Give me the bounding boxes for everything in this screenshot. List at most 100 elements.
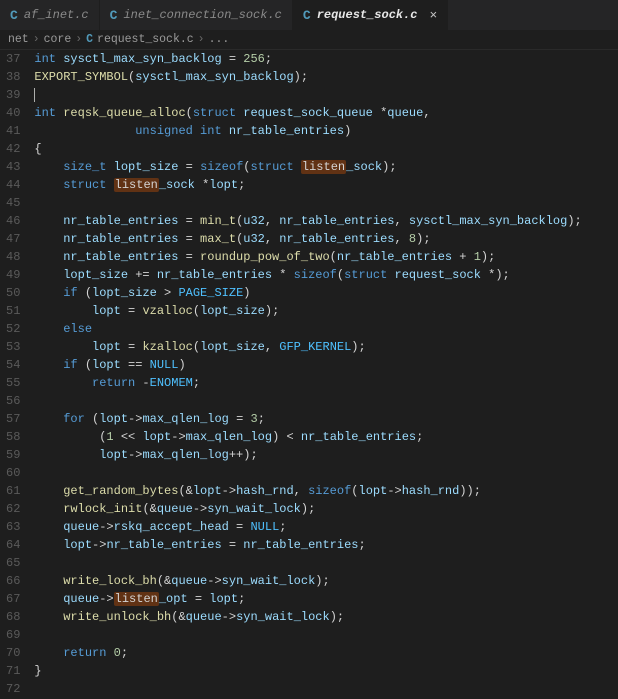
code-line[interactable] <box>34 626 618 644</box>
token-fn: vzalloc <box>142 304 192 318</box>
token-plain <box>34 268 63 282</box>
token-plain: , <box>265 232 279 246</box>
code-line[interactable]: EXPORT_SYMBOL(sysctl_max_syn_backlog); <box>34 68 618 86</box>
token-kw: if <box>63 286 77 300</box>
code-line[interactable]: struct listen_sock *lopt; <box>34 176 618 194</box>
token-plain: = <box>229 520 251 534</box>
token-plain: -> <box>128 448 142 462</box>
token-var: queue <box>63 592 99 606</box>
code-line[interactable]: get_random_bytes(&lopt->hash_rnd, sizeof… <box>34 482 618 500</box>
code-line[interactable]: nr_table_entries = min_t(u32, nr_table_e… <box>34 212 618 230</box>
code-line[interactable]: write_lock_bh(&queue->syn_wait_lock); <box>34 572 618 590</box>
code-line[interactable]: lopt->nr_table_entries = nr_table_entrie… <box>34 536 618 554</box>
token-fn: roundup_pow_of_two <box>200 250 330 264</box>
code-line[interactable]: lopt = vzalloc(lopt_size); <box>34 302 618 320</box>
line-number: 38 <box>6 68 20 86</box>
code-line[interactable] <box>34 464 618 482</box>
token-plain: ; <box>359 340 366 354</box>
token-var: max_qlen_log <box>142 412 228 426</box>
token-plain: ; <box>193 376 200 390</box>
token-var: lopt <box>63 538 92 552</box>
token-fn: min_t <box>200 214 236 228</box>
token-plain: < <box>279 430 301 444</box>
token-var: lopt <box>99 448 128 462</box>
code-line[interactable]: lopt->max_qlen_log++); <box>34 446 618 464</box>
line-number: 66 <box>6 572 20 590</box>
token-plain: -> <box>99 520 113 534</box>
token-const: GFP_KERNEL <box>279 340 351 354</box>
token-plain: ; <box>474 484 481 498</box>
line-number: 58 <box>6 428 20 446</box>
code-line[interactable]: else <box>34 320 618 338</box>
code-line[interactable]: lopt_size += nr_table_entries * sizeof(s… <box>34 266 618 284</box>
line-gutter: 3738394041424344454647484950515253545556… <box>0 50 34 698</box>
token-var: lopt_size <box>200 340 265 354</box>
code-line[interactable] <box>34 680 618 698</box>
token-var: sysctl_max_syn_backlog <box>135 70 293 84</box>
code-line[interactable]: return -ENOMEM; <box>34 374 618 392</box>
tab-af_inet-c[interactable]: Caf_inet.c <box>0 0 100 30</box>
token-fn: reqsk_queue_alloc <box>63 106 185 120</box>
code-line[interactable]: size_t lopt_size = sizeof(struct listen_… <box>34 158 618 176</box>
token-var: lopt <box>99 412 128 426</box>
code-line[interactable]: if (lopt == NULL) <box>34 356 618 374</box>
token-plain: ++ <box>229 448 243 462</box>
code-line[interactable]: queue->rskq_accept_head = NULL; <box>34 518 618 536</box>
token-kw: else <box>63 322 92 336</box>
token-plain: , <box>395 214 409 228</box>
close-icon[interactable]: × <box>430 8 438 23</box>
code-line[interactable] <box>34 86 618 104</box>
token-plain: ; <box>337 610 344 624</box>
code-line[interactable]: unsigned int nr_table_entries) <box>34 122 618 140</box>
token-plain <box>34 286 63 300</box>
code-line[interactable]: rwlock_init(&queue->syn_wait_lock); <box>34 500 618 518</box>
code-line[interactable]: write_unlock_bh(&queue->syn_wait_lock); <box>34 608 618 626</box>
token-var: u32 <box>243 214 265 228</box>
code-line[interactable]: } <box>34 662 618 680</box>
code-line[interactable]: (1 << lopt->max_qlen_log) < nr_table_ent… <box>34 428 618 446</box>
code-line[interactable]: int reqsk_queue_alloc(struct request_soc… <box>34 104 618 122</box>
token-plain: ; <box>265 52 272 66</box>
token-kw: struct <box>344 268 387 282</box>
code-line[interactable]: { <box>34 140 618 158</box>
code-line[interactable]: queue->listen_opt = lopt; <box>34 590 618 608</box>
token-plain <box>34 124 135 138</box>
breadcrumb-file[interactable]: request_sock.c <box>97 33 194 46</box>
line-number: 44 <box>6 176 20 194</box>
line-number: 50 <box>6 284 20 302</box>
code-area[interactable]: int sysctl_max_syn_backlog = 256;EXPORT_… <box>34 50 618 698</box>
token-plain: ; <box>423 232 430 246</box>
line-number: 53 <box>6 338 20 356</box>
code-line[interactable] <box>34 194 618 212</box>
code-line[interactable]: lopt = kzalloc(lopt_size, GFP_KERNEL); <box>34 338 618 356</box>
breadcrumb-segment[interactable]: net <box>8 33 29 46</box>
code-line[interactable] <box>34 554 618 572</box>
token-punct: ) <box>344 124 351 138</box>
code-line[interactable]: int sysctl_max_syn_backlog = 256; <box>34 50 618 68</box>
code-editor[interactable]: 3738394041424344454647484950515253545556… <box>0 50 618 698</box>
token-plain <box>34 304 92 318</box>
token-plain: = <box>121 340 143 354</box>
token-var: nr_table_entries <box>157 268 272 282</box>
token-num: 1 <box>106 430 113 444</box>
line-number: 67 <box>6 590 20 608</box>
token-plain: + <box>452 250 474 264</box>
code-line[interactable]: for (lopt->max_qlen_log = 3; <box>34 410 618 428</box>
code-line[interactable]: if (lopt_size > PAGE_SIZE) <box>34 284 618 302</box>
token-var: nr_table_entries <box>337 250 452 264</box>
code-line[interactable]: nr_table_entries = roundup_pow_of_two(nr… <box>34 248 618 266</box>
token-plain: = <box>178 214 200 228</box>
token-plain: & <box>150 502 157 516</box>
tab-inet_connection_sock-c[interactable]: Cinet_connection_sock.c <box>100 0 293 30</box>
tab-request_sock-c[interactable]: Crequest_sock.c× <box>293 0 448 30</box>
token-var: syn_wait_lock <box>222 574 316 588</box>
breadcrumb-tail[interactable]: ... <box>209 33 230 46</box>
code-line[interactable]: nr_table_entries = max_t(u32, nr_table_e… <box>34 230 618 248</box>
code-line[interactable] <box>34 392 618 410</box>
token-punct: ) <box>315 574 322 588</box>
breadcrumb-segment[interactable]: core <box>44 33 72 46</box>
code-line[interactable]: return 0; <box>34 644 618 662</box>
token-punct: ) <box>567 214 574 228</box>
breadcrumb[interactable]: net›core›Crequest_sock.c›... <box>0 30 618 50</box>
token-plain <box>34 592 63 606</box>
